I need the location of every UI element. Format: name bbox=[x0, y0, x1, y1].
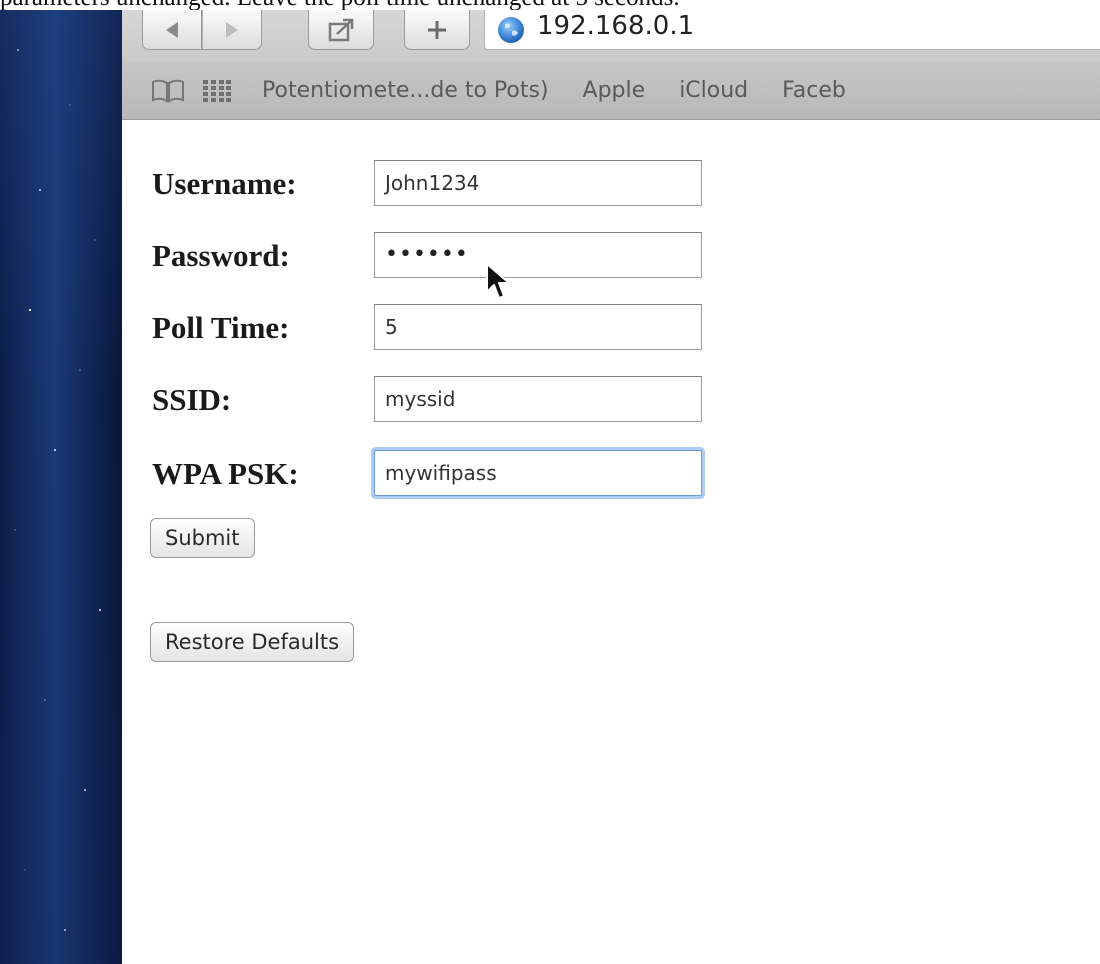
password-label: Password: bbox=[152, 238, 290, 273]
bookmarks-bar: Potentiomete...de to Pots) Apple iCloud … bbox=[122, 62, 1100, 120]
wpa-psk-row: WPA PSK: bbox=[152, 446, 299, 502]
new-tab-button[interactable] bbox=[404, 10, 470, 50]
page-content: Username: John1234 Password: •••••• Poll… bbox=[122, 120, 1100, 964]
bookmark-item-potentiometer[interactable]: Potentiomete...de to Pots) bbox=[262, 78, 549, 103]
bookmark-item-icloud[interactable]: iCloud bbox=[679, 78, 748, 103]
poll-time-input[interactable]: 5 bbox=[374, 304, 702, 350]
forward-arrow-icon bbox=[226, 21, 238, 38]
username-input[interactable]: John1234 bbox=[374, 160, 702, 206]
wpa-psk-input[interactable]: mywifipass bbox=[374, 450, 702, 496]
address-bar[interactable]: 192.168.0.1 bbox=[484, 10, 1100, 50]
poll-time-label: Poll Time: bbox=[152, 310, 290, 345]
username-row: Username: bbox=[152, 156, 297, 212]
username-label: Username: bbox=[152, 166, 297, 201]
restore-defaults-button[interactable]: Restore Defaults bbox=[150, 622, 355, 662]
browser-toolbar: 192.168.0.1 bbox=[122, 10, 1100, 62]
globe-icon bbox=[498, 16, 524, 43]
url-text: 192.168.0.1 bbox=[537, 10, 695, 41]
share-button[interactable] bbox=[308, 10, 374, 50]
bookmark-items: Potentiomete...de to Pots) Apple iCloud … bbox=[232, 78, 846, 103]
wpa-psk-label: WPA PSK: bbox=[152, 456, 299, 491]
desktop-background-shade bbox=[0, 10, 122, 964]
top-sites-grid-icon[interactable] bbox=[202, 79, 232, 102]
bookmark-item-facebook[interactable]: Faceb bbox=[782, 78, 846, 103]
plus-icon bbox=[428, 20, 446, 39]
back-button[interactable] bbox=[142, 10, 202, 50]
poll-time-row: Poll Time: bbox=[152, 300, 290, 356]
password-input[interactable]: •••••• bbox=[374, 232, 702, 278]
ssid-label: SSID: bbox=[152, 382, 232, 417]
ssid-row: SSID: bbox=[152, 372, 231, 428]
ssid-input[interactable]: myssid bbox=[374, 376, 702, 422]
submit-button[interactable]: Submit bbox=[150, 518, 255, 558]
back-arrow-icon bbox=[166, 21, 178, 38]
screenshot-root: parameters unchanged. Leave the poll tim… bbox=[0, 0, 1100, 964]
reading-list-book-icon[interactable] bbox=[150, 79, 186, 103]
share-icon bbox=[328, 18, 354, 41]
forward-button[interactable] bbox=[202, 10, 262, 50]
bookmark-item-apple[interactable]: Apple bbox=[583, 78, 646, 103]
password-row: Password: bbox=[152, 228, 290, 284]
mouse-pointer-icon bbox=[486, 263, 510, 299]
